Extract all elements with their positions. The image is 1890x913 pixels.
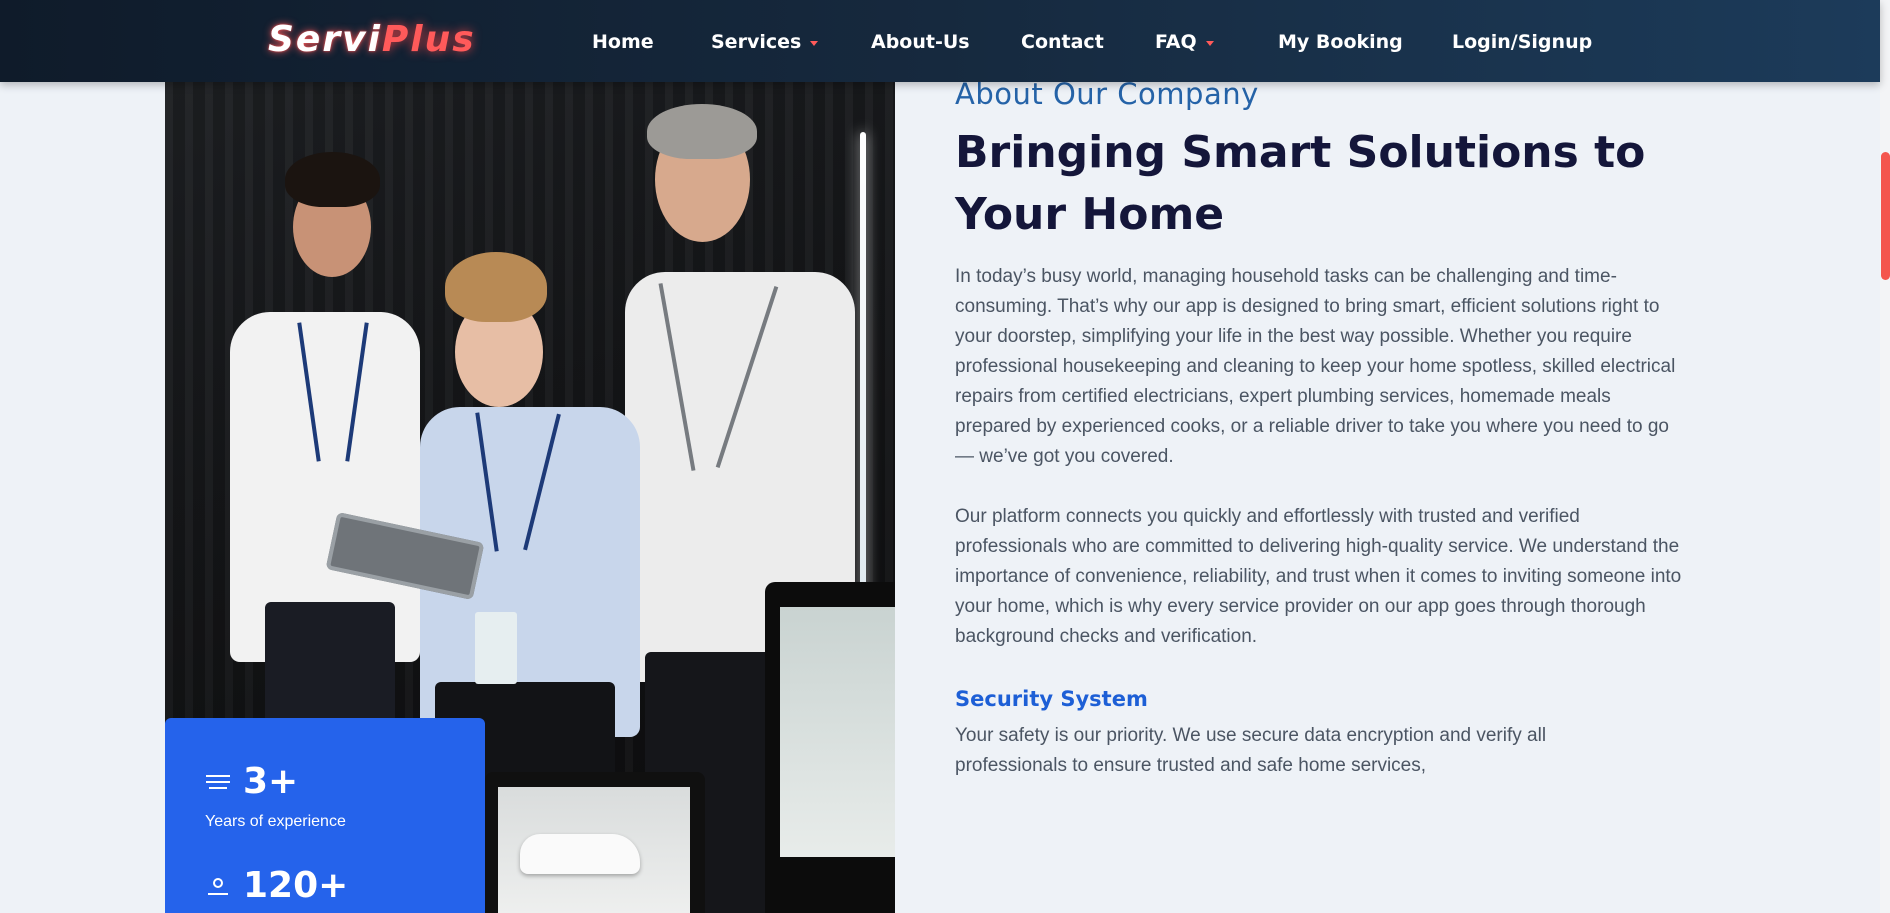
nav-home[interactable]: Home [592, 30, 654, 54]
stat-value-experience: 3+ [243, 761, 299, 802]
user-icon [205, 876, 231, 896]
menu-lines-icon [205, 772, 231, 792]
nav-contact[interactable]: Contact [1021, 30, 1104, 54]
logo[interactable]: ServiPlus [268, 18, 476, 62]
about-paragraph-1: In today’s busy world, managing househol… [955, 266, 1676, 467]
photo-light-bar [860, 132, 866, 612]
chevron-down-icon [810, 41, 819, 46]
about-paragraph-2: Our platform connects you quickly and ef… [955, 506, 1682, 647]
page: ServiPlus Home Services About-Us Contact… [0, 0, 1890, 913]
nav-login-signup-label: Login/Signup [1452, 31, 1593, 53]
logo-text-servi: Servi [268, 19, 382, 60]
security-section-text: Your safety is our priority. We use secu… [955, 725, 1547, 776]
security-section-title: Security System [955, 687, 1148, 711]
nav-services-label: Services [711, 31, 802, 53]
nav-about-us[interactable]: About-Us [871, 30, 970, 54]
nav-login-signup[interactable]: Login/Signup [1452, 30, 1592, 54]
headline-line-2: Your Home [955, 189, 1225, 240]
scrollbar-track[interactable] [1880, 0, 1890, 913]
nav-contact-label: Contact [1021, 31, 1104, 53]
about-headline: Bringing Smart Solutions to Your Home [955, 122, 1655, 246]
stat-row-experience: 3+ [205, 762, 298, 802]
nav-faq-label: FAQ [1155, 31, 1197, 53]
photo-car [520, 834, 640, 874]
scrollbar-thumb[interactable] [1881, 152, 1890, 280]
nav-my-booking-label: My Booking [1278, 31, 1403, 53]
stat-value-count: 120+ [243, 865, 349, 906]
stat-row-count: 120+ [205, 866, 348, 906]
nav-faq[interactable]: FAQ [1155, 30, 1214, 54]
stats-card: 3+ Years of experience 120+ [165, 718, 485, 913]
nav-services[interactable]: Services [711, 30, 819, 54]
headline-line-1: Bringing Smart Solutions to [955, 127, 1646, 178]
nav-about-us-label: About-Us [871, 31, 970, 53]
nav-my-booking[interactable]: My Booking [1278, 30, 1403, 54]
top-navbar: ServiPlus Home Services About-Us Contact… [0, 0, 1880, 82]
logo-text-plus: Plus [381, 19, 476, 60]
nav-home-label: Home [592, 31, 654, 53]
stat-label-experience: Years of experience [205, 813, 346, 830]
photo-monitor-right-screen [780, 607, 895, 857]
chevron-down-icon [1205, 41, 1214, 46]
